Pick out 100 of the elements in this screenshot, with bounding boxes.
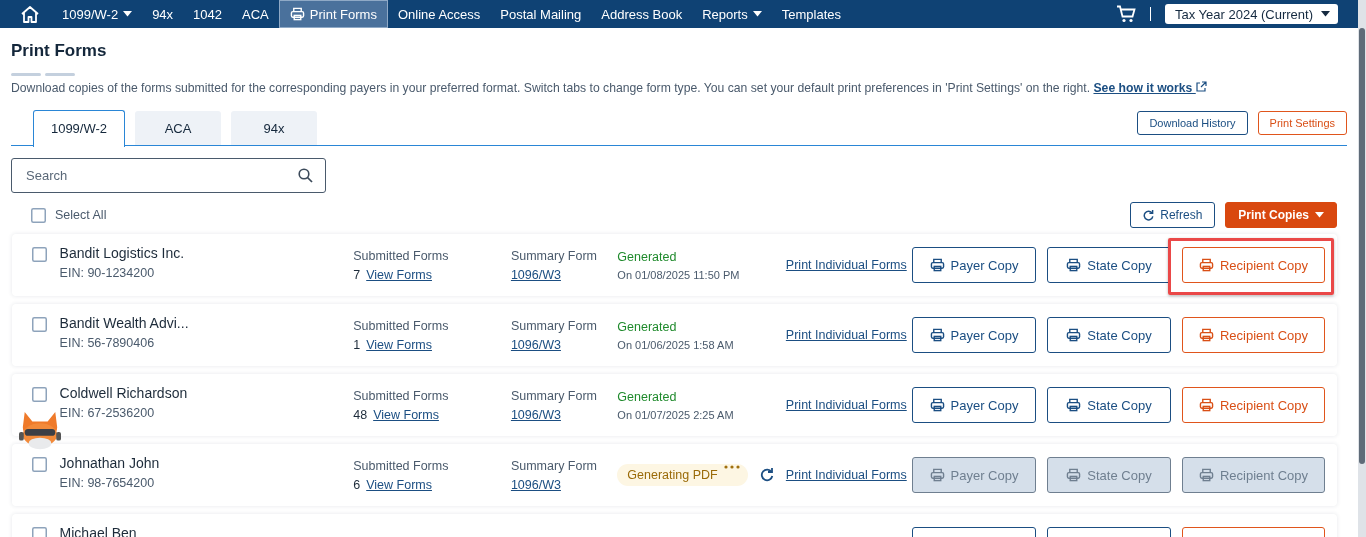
- summary-form-link[interactable]: 1096/W3: [510, 407, 618, 422]
- print-copies-button[interactable]: Print Copies: [1225, 202, 1337, 228]
- checkbox[interactable]: [31, 207, 46, 223]
- view-forms-link[interactable]: View Forms: [366, 337, 432, 352]
- scrollbar[interactable]: [1358, 0, 1366, 537]
- caret-icon: [1321, 11, 1330, 17]
- view-forms-link[interactable]: View Forms: [373, 407, 439, 422]
- submitted-forms-label: Submitted Forms: [353, 248, 450, 263]
- refresh-icon[interactable]: [759, 468, 774, 482]
- page-title: Print Forms: [11, 40, 108, 62]
- help-link[interactable]: See how it works: [1093, 81, 1207, 95]
- checkbox[interactable]: [32, 317, 47, 332]
- summary-form-link[interactable]: 1096/W3: [510, 337, 618, 352]
- checkbox[interactable]: [32, 247, 47, 262]
- nav-item[interactable]: 1099/W-2: [52, 0, 143, 28]
- printer-icon: [929, 398, 945, 412]
- cart-icon[interactable]: [1115, 5, 1136, 23]
- print-settings-button[interactable]: Print Settings: [1257, 111, 1347, 135]
- form-count: 6: [353, 477, 361, 492]
- submitted-forms-label: Submitted Forms: [353, 458, 450, 473]
- checkbox[interactable]: [32, 387, 47, 402]
- ein-text: EIN: 67-2536200: [59, 406, 156, 420]
- nav-item[interactable]: Print Forms: [278, 0, 388, 28]
- state-copy-button[interactable]: State Copy: [1047, 317, 1171, 353]
- nav-item[interactable]: 1042: [183, 0, 233, 28]
- payer-copy-button[interactable]: Payer Copy: [912, 247, 1036, 283]
- payer-copy-button[interactable]: Payer Copy: [912, 387, 1036, 423]
- payer-name: Bandit Wealth Advi...: [59, 315, 190, 331]
- ein-text: EIN: 56-7890406: [59, 336, 156, 350]
- nav-item[interactable]: ACA: [232, 0, 279, 28]
- recipient-copy-button[interactable]: Recipient Copy: [1182, 317, 1325, 353]
- print-individual-forms-link[interactable]: Print Individual Forms: [785, 468, 907, 482]
- download-history-button[interactable]: Download History: [1137, 111, 1248, 135]
- form-tab[interactable]: ACA: [135, 111, 221, 145]
- nav-item[interactable]: Online Access: [387, 0, 491, 28]
- select-all-label: Select All: [55, 208, 107, 222]
- loading-dots-icon: [723, 465, 740, 469]
- refresh-icon: [1143, 209, 1155, 221]
- summary-form-label: Summary Form: [510, 388, 599, 403]
- printer-icon: [929, 328, 945, 342]
- nav-item[interactable]: Reports: [692, 0, 772, 28]
- tax-year-dropdown[interactable]: Tax Year 2024 (Current): [1164, 4, 1338, 24]
- printer-icon: [289, 7, 305, 21]
- printer-icon: [929, 468, 945, 482]
- nav-item[interactable]: Address Book: [591, 0, 693, 28]
- status-label: Generated: [617, 389, 678, 404]
- generated-date: On 01/08/2025 11:50 PM: [617, 268, 741, 281]
- form-count: 1: [353, 337, 361, 352]
- recipient-copy-button[interactable]: Recipient Copy: [1182, 387, 1325, 423]
- printer-icon: [1198, 398, 1214, 412]
- state-copy-button[interactable]: State Copy: [1047, 247, 1171, 283]
- summary-form-link[interactable]: 1096/W3: [510, 267, 618, 282]
- checkbox[interactable]: [32, 457, 47, 472]
- printer-icon: [1066, 258, 1082, 272]
- view-forms-link[interactable]: View Forms: [366, 477, 432, 492]
- payer-copy-button[interactable]: Payer Copy: [912, 317, 1036, 353]
- summary-form-label: Summary Form: [510, 458, 599, 473]
- payer-name: Coldwell Richardson: [59, 385, 189, 401]
- printer-icon: [1198, 258, 1214, 272]
- caret-icon: [1315, 212, 1324, 218]
- printer-icon: [1066, 398, 1082, 412]
- form-count: 48: [353, 407, 368, 422]
- form-tab[interactable]: 1099/W-2: [33, 109, 125, 147]
- form-count: 7: [353, 267, 361, 282]
- payer-name: Bandit Logistics Inc.: [59, 245, 186, 261]
- submitted-forms-label: Submitted Forms: [353, 318, 450, 333]
- submitted-forms-label: Submitted Forms: [353, 388, 450, 403]
- recipient-copy-button[interactable]: Recipient Copy: [1182, 247, 1325, 283]
- external-link-icon: [1195, 81, 1207, 92]
- generated-date: On 01/07/2025 2:25 AM: [617, 408, 735, 421]
- summary-form-label: Summary Form: [510, 248, 599, 263]
- payer-name: Johnathan John: [59, 455, 161, 471]
- home-icon[interactable]: [20, 4, 40, 24]
- refresh-button[interactable]: Refresh: [1130, 202, 1216, 228]
- printer-icon: [929, 258, 945, 272]
- state-copy-button[interactable]: State Copy: [1047, 387, 1171, 423]
- summary-form-link[interactable]: 1096/W3: [510, 477, 618, 492]
- print-individual-forms-link[interactable]: Print Individual Forms: [785, 398, 907, 412]
- search-field[interactable]: Search: [11, 158, 326, 193]
- printer-icon: [1066, 468, 1082, 482]
- status-label: Generated: [617, 249, 678, 264]
- print-individual-forms-link[interactable]: Print Individual Forms: [785, 328, 907, 342]
- nav-item[interactable]: 94x: [142, 0, 184, 28]
- title-underline: [11, 73, 75, 76]
- form-tab[interactable]: 94x: [231, 111, 317, 145]
- printer-icon: [1198, 328, 1214, 342]
- view-forms-link[interactable]: View Forms: [366, 267, 432, 282]
- nav-item[interactable]: Templates: [771, 0, 851, 28]
- ein-text: EIN: 90-1234200: [59, 266, 156, 280]
- generated-date: On 01/06/2025 1:58 AM: [617, 338, 735, 351]
- printer-icon: [1198, 468, 1214, 482]
- search-icon: [298, 168, 313, 183]
- nav-item[interactable]: Postal Mailing: [490, 0, 592, 28]
- ein-text: EIN: 98-7654200: [59, 476, 156, 490]
- print-individual-forms-link[interactable]: Print Individual Forms: [785, 258, 907, 272]
- summary-form-label: Summary Form: [510, 318, 599, 333]
- status-label: Generated: [617, 319, 678, 334]
- printer-icon: [1066, 328, 1082, 342]
- status-badge: Generating PDF: [617, 464, 748, 486]
- page-description: Download copies of the forms submitted for the corresponding payers in your preferred format. Switch tabs to change form type. You can set your default print preferences in 'Print Settings' on the right. See how it works: [11, 81, 1347, 95]
